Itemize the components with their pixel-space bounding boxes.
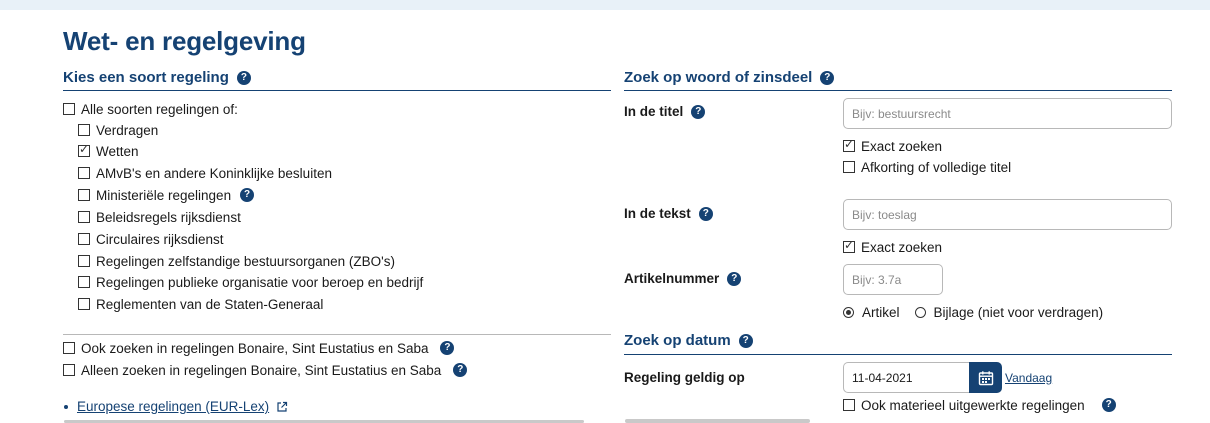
external-link-icon bbox=[277, 401, 288, 412]
radio-article-label: Artikel bbox=[862, 304, 900, 320]
help-icon[interactable]: ? bbox=[453, 363, 468, 377]
radio-annex[interactable] bbox=[914, 306, 926, 318]
eurlex-link-item: Europese regelingen (EUR-Lex) bbox=[64, 399, 288, 414]
calendar-button[interactable] bbox=[969, 362, 1002, 393]
checkbox-regulation-type[interactable]: Regelingen zelfstandige bestuursorganen … bbox=[78, 252, 395, 270]
checkbox-label: Circulaires rijksdienst bbox=[96, 231, 224, 247]
text-field-label: In de tekst ? bbox=[624, 206, 713, 221]
cut-off-row bbox=[64, 418, 584, 423]
checkbox-label: Exact zoeken bbox=[861, 239, 943, 255]
checkbox-label: Ook materieel uitgewerkte regelingen bbox=[861, 397, 1085, 413]
radio-annex-label: Bijlage (niet voor verdragen) bbox=[933, 304, 1104, 320]
top-band bbox=[0, 0, 1210, 10]
checkbox-regulation-type[interactable]: Verdragen bbox=[78, 121, 158, 139]
title-search-input[interactable] bbox=[843, 98, 1172, 129]
title-field-label-text: In de titel bbox=[624, 104, 684, 119]
checkbox-title-abbrev[interactable]: Afkorting of volledige titel bbox=[843, 158, 1011, 176]
checkbox-box[interactable] bbox=[78, 124, 90, 136]
checkbox-box[interactable] bbox=[78, 255, 90, 267]
checkbox-box[interactable] bbox=[63, 342, 75, 354]
checkbox-box[interactable] bbox=[63, 364, 75, 376]
today-link[interactable]: Vandaag bbox=[1005, 371, 1052, 385]
article-field-label: Artikelnummer ? bbox=[624, 271, 742, 286]
checkbox-box[interactable] bbox=[843, 137, 855, 152]
section-title-type-label: Kies een soort regeling bbox=[63, 69, 229, 86]
checkbox-title-exact[interactable]: Exact zoeken bbox=[843, 137, 942, 155]
divider bbox=[63, 334, 611, 335]
section-divider bbox=[624, 90, 1172, 91]
checkbox-text-exact[interactable]: Exact zoeken bbox=[843, 238, 942, 256]
checkbox-label: Regelingen zelfstandige bestuursorganen … bbox=[96, 253, 395, 269]
article-field-label-text: Artikelnummer bbox=[624, 271, 720, 286]
checkbox-label: Ook zoeken in regelingen Bonaire, Sint E… bbox=[81, 340, 429, 356]
checkbox-label: Alleen zoeken in regelingen Bonaire, Sin… bbox=[81, 362, 442, 378]
text-field-label-text: In de tekst bbox=[624, 206, 691, 221]
section-divider bbox=[624, 354, 1172, 355]
checkbox-box[interactable] bbox=[78, 298, 90, 310]
checkbox-all-types[interactable]: Alle soorten regelingen of: bbox=[63, 100, 238, 118]
valid-on-label: Regeling geldig op bbox=[624, 370, 745, 385]
checkbox-regulation-type[interactable]: Beleidsregels rijksdienst bbox=[78, 208, 241, 226]
page-title: Wet- en regelgeving bbox=[63, 26, 306, 56]
checkbox-box[interactable] bbox=[843, 161, 855, 173]
valid-on-label-text: Regeling geldig op bbox=[624, 370, 745, 385]
checkbox-box[interactable] bbox=[78, 167, 90, 179]
help-icon[interactable]: ? bbox=[691, 104, 706, 119]
cut-off-row bbox=[625, 419, 810, 423]
checkbox-box[interactable] bbox=[63, 103, 75, 115]
article-annex-radio-group: Artikel Bijlage (niet voor verdragen) bbox=[843, 303, 1103, 321]
text-search-input[interactable] bbox=[843, 199, 1172, 230]
help-icon[interactable]: ? bbox=[698, 206, 713, 221]
checkbox-label: Afkorting of volledige titel bbox=[861, 159, 1012, 175]
date-picker bbox=[843, 362, 1002, 393]
checkbox-regulation-type[interactable]: Ministeriële regelingen? bbox=[78, 186, 255, 204]
checkbox-label: Beleidsregels rijksdienst bbox=[96, 209, 241, 225]
section-title-date-label: Zoek op datum bbox=[624, 332, 731, 349]
checkbox-box[interactable] bbox=[843, 238, 855, 253]
checkbox-box[interactable] bbox=[78, 211, 90, 223]
checkbox-island-option[interactable]: Ook zoeken in regelingen Bonaire, Sint E… bbox=[63, 339, 455, 357]
radio-article[interactable] bbox=[843, 306, 854, 318]
help-icon[interactable]: ? bbox=[727, 271, 742, 286]
help-icon[interactable]: ? bbox=[236, 70, 251, 85]
checkbox-label: Regelingen publieke organisatie voor ber… bbox=[96, 274, 424, 290]
checkbox-label: Verdragen bbox=[96, 122, 159, 138]
checkbox-box[interactable] bbox=[78, 189, 90, 201]
checkbox-label: Exact zoeken bbox=[861, 138, 943, 154]
checkbox-label: Ministeriële regelingen bbox=[96, 187, 232, 203]
checkbox-label: Wetten bbox=[96, 143, 139, 159]
checkbox-label: Reglementen van de Staten-Generaal bbox=[96, 296, 324, 312]
checkbox-regulation-type[interactable]: Wetten bbox=[78, 142, 139, 160]
section-title-word: Zoek op woord of zinsdeel ? bbox=[624, 69, 835, 86]
section-title-type: Kies een soort regeling ? bbox=[63, 69, 251, 86]
checkbox-regulation-type[interactable]: Circulaires rijksdienst bbox=[78, 230, 224, 248]
checkbox-island-option[interactable]: Alleen zoeken in regelingen Bonaire, Sin… bbox=[63, 361, 468, 379]
checkbox-material[interactable]: Ook materieel uitgewerkte regelingen ? bbox=[843, 396, 1116, 414]
section-title-word-label: Zoek op woord of zinsdeel bbox=[624, 69, 813, 86]
help-icon[interactable]: ? bbox=[738, 333, 753, 348]
checkbox-label: Alle soorten regelingen of: bbox=[81, 101, 238, 117]
bullet-icon bbox=[64, 404, 68, 409]
section-divider bbox=[63, 90, 611, 91]
eurlex-link[interactable]: Europese regelingen (EUR-Lex) bbox=[77, 399, 269, 414]
article-number-input[interactable] bbox=[843, 264, 943, 295]
help-icon[interactable]: ? bbox=[820, 70, 835, 85]
calendar-icon bbox=[978, 370, 993, 385]
title-field-label: In de titel ? bbox=[624, 104, 706, 119]
checkbox-label: AMvB's en andere Koninklijke besluiten bbox=[96, 165, 332, 181]
checkbox-box[interactable] bbox=[843, 399, 855, 411]
checkbox-box[interactable] bbox=[78, 276, 90, 288]
section-title-date: Zoek op datum ? bbox=[624, 332, 753, 349]
help-icon[interactable]: ? bbox=[1101, 398, 1116, 412]
help-icon[interactable]: ? bbox=[240, 188, 255, 202]
checkbox-regulation-type[interactable]: Regelingen publieke organisatie voor ber… bbox=[78, 273, 423, 291]
valid-on-date-input[interactable] bbox=[843, 362, 971, 393]
help-icon[interactable]: ? bbox=[440, 341, 455, 355]
checkbox-box[interactable] bbox=[78, 233, 90, 245]
checkbox-box[interactable] bbox=[78, 142, 90, 157]
checkbox-regulation-type[interactable]: AMvB's en andere Koninklijke besluiten bbox=[78, 164, 332, 182]
checkbox-regulation-type[interactable]: Reglementen van de Staten-Generaal bbox=[78, 295, 323, 313]
